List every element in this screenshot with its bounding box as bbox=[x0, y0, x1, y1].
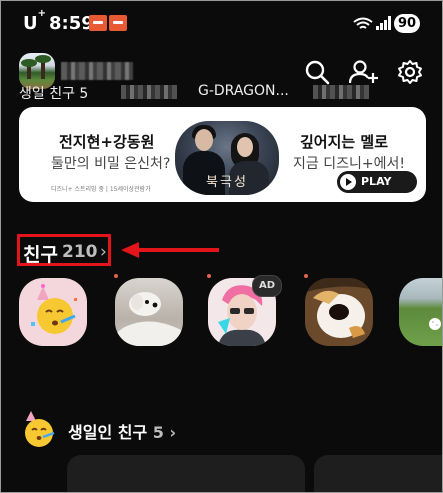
profile-name-blurred[interactable] bbox=[61, 62, 133, 80]
clock: 8:59 bbox=[49, 13, 94, 34]
screen: U+ 8:59 90 전지현+강동원 둘만의 비밀 은신처? 디즈니+ 스트리밍… bbox=[0, 0, 443, 493]
birthday-emoji-icon bbox=[19, 409, 59, 449]
banner-title-left: 전지현+강동원 bbox=[59, 133, 155, 151]
wifi-icon bbox=[353, 17, 373, 29]
friends-label: 친구 bbox=[23, 244, 58, 266]
birthday-card[interactable] bbox=[67, 455, 305, 492]
banner-fine-print: 디즈니+ 스트리밍 중 | 15세이상관람가 bbox=[51, 186, 151, 193]
friend-avatar-food bbox=[305, 278, 373, 346]
birthday-card[interactable] bbox=[314, 455, 442, 492]
play-button[interactable]: PLAY bbox=[337, 171, 417, 193]
friend-avatar-golf bbox=[399, 278, 442, 346]
banner-subtitle-right: 지금 디즈니+에서! bbox=[293, 156, 405, 172]
friend-name: G-DRAGON... bbox=[198, 83, 289, 99]
friends-count: 210 bbox=[62, 242, 98, 262]
friend-name-blurred bbox=[121, 85, 177, 99]
friend-name: 생일 친구 5 bbox=[19, 86, 89, 102]
chevron-right-icon: › bbox=[100, 242, 107, 262]
banner-poster: 북극성 bbox=[175, 121, 279, 195]
search-icon[interactable] bbox=[304, 59, 330, 85]
friend-item[interactable] bbox=[115, 278, 183, 346]
notification-icon bbox=[109, 15, 127, 31]
add-friend-icon[interactable] bbox=[349, 59, 379, 85]
birthday-emoji-avatar bbox=[19, 278, 87, 346]
friend-avatar-dog bbox=[115, 278, 183, 346]
settings-icon[interactable] bbox=[397, 59, 423, 85]
chevron-right-icon: › bbox=[169, 423, 177, 442]
friend-item-birthday[interactable] bbox=[19, 278, 87, 346]
banner-subtitle-left: 둘만의 비밀 은신처? bbox=[51, 156, 171, 172]
promo-banner[interactable]: 전지현+강동원 둘만의 비밀 은신처? 디즈니+ 스트리밍 중 | 15세이상관… bbox=[19, 107, 426, 202]
play-icon bbox=[340, 174, 356, 190]
birthday-label: 생일인 친구 bbox=[68, 423, 148, 442]
friend-name-blurred bbox=[313, 85, 369, 99]
ad-badge: AD bbox=[252, 275, 282, 297]
status-bar: U+ 8:59 90 bbox=[1, 1, 442, 47]
banner-title-right: 깊어지는 멜로 bbox=[300, 133, 389, 151]
birthday-section-header[interactable]: 생일인 친구 5 › bbox=[68, 419, 176, 443]
red-arrow-annotation bbox=[121, 242, 219, 258]
signal-icon bbox=[376, 16, 391, 30]
carrier-label: U+ bbox=[23, 8, 47, 34]
birthday-count: 5 bbox=[152, 423, 164, 442]
friend-item[interactable] bbox=[305, 278, 373, 346]
friend-item[interactable] bbox=[399, 278, 442, 346]
poster-title: 북극성 bbox=[206, 175, 248, 190]
friends-section-header[interactable]: 친구 210 › bbox=[17, 234, 111, 266]
notification-icon bbox=[89, 15, 107, 31]
play-label: PLAY bbox=[361, 175, 392, 188]
battery-indicator: 90 bbox=[394, 14, 420, 33]
